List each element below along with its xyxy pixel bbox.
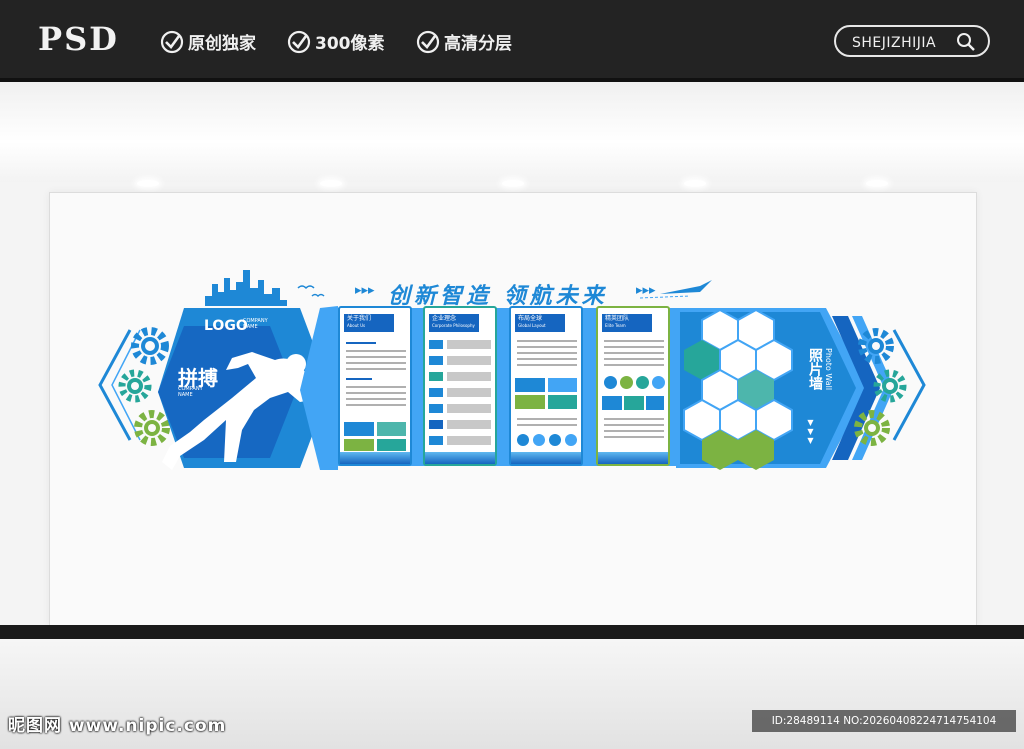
text-line <box>346 362 406 364</box>
slogan-arrows: ▸▸▸ <box>355 283 375 298</box>
photo-block <box>515 378 545 392</box>
text-line <box>517 424 577 426</box>
text-line <box>517 346 577 348</box>
text-block <box>447 388 491 397</box>
avatar <box>652 376 665 389</box>
board-global-layout: 布局全球 Global Layout <box>509 306 583 466</box>
text-line <box>604 430 664 432</box>
board-subtitle: About Us <box>347 323 366 328</box>
board-subtitle: Elite Team <box>605 323 626 328</box>
board-title: 布局全球 <box>518 315 543 322</box>
text-line <box>604 340 664 342</box>
photo-wall-arrows: ▼▼▼ <box>806 418 815 445</box>
text-line <box>604 352 664 354</box>
circle-dot <box>517 434 529 446</box>
photo-block <box>344 422 374 436</box>
board-title: 企业理念 <box>432 315 457 322</box>
board-header: 关于我们 About Us <box>344 314 394 332</box>
board-wave <box>598 452 668 464</box>
text-line <box>517 352 577 354</box>
photo-block <box>624 396 644 410</box>
text-line <box>604 418 664 420</box>
photo-block <box>602 396 622 410</box>
text-line <box>604 436 664 438</box>
board-title: 精英团队 <box>605 315 630 322</box>
circle-dot <box>565 434 577 446</box>
id-watermark: ID:28489114 NO:20260408224714754104 <box>752 710 1016 732</box>
text-line <box>346 392 406 394</box>
avatar <box>636 376 649 389</box>
slogan-arrows: ▸▸▸ <box>636 283 656 298</box>
text-line <box>604 358 664 360</box>
board-wave <box>340 452 410 464</box>
icon-block <box>429 372 443 381</box>
text-block <box>447 420 491 429</box>
photo-block <box>515 395 545 409</box>
photo-wall-title: 照片墙 <box>807 348 823 390</box>
board-philosophy: 企业理念 Corporate Philosophy <box>423 306 497 466</box>
gear-icon <box>118 369 152 403</box>
text-line <box>346 350 406 352</box>
icon-block <box>429 436 443 445</box>
text-line <box>346 404 406 406</box>
company-logo: LOGO <box>204 318 248 334</box>
text-line <box>517 340 577 342</box>
board-wave <box>511 452 581 464</box>
photo-block <box>646 396 664 410</box>
photo-block <box>344 439 374 451</box>
text-line <box>346 368 406 370</box>
company-name: COMPANY NAME <box>178 386 203 398</box>
photo-block <box>548 395 577 409</box>
board-header: 布局全球 Global Layout <box>515 314 565 332</box>
text-block <box>447 404 491 413</box>
icon-block <box>429 388 443 397</box>
text-line <box>346 386 406 388</box>
text-line <box>346 378 372 380</box>
icon-block <box>429 404 443 413</box>
text-block <box>447 340 491 349</box>
text-block <box>447 356 491 365</box>
board-header: 精英团队 Elite Team <box>602 314 652 332</box>
site-watermark: 昵图网 www.nipic.com <box>8 716 227 736</box>
board-about-us: 关于我们 About Us <box>338 306 412 466</box>
icon-block <box>429 420 443 429</box>
text-line <box>517 364 577 366</box>
text-line <box>517 418 577 420</box>
text-line <box>346 356 406 358</box>
gear-icon <box>134 410 170 446</box>
board-title: 关于我们 <box>347 315 372 322</box>
board-header: 企业理念 Corporate Philosophy <box>429 314 479 332</box>
avatar <box>604 376 617 389</box>
photo-block <box>548 378 577 392</box>
circle-dot <box>549 434 561 446</box>
text-line <box>604 364 664 366</box>
board-subtitle: Global Layout <box>518 323 546 328</box>
board-wave <box>425 452 495 464</box>
icon-block <box>429 356 443 365</box>
text-block <box>447 436 491 445</box>
text-block <box>447 372 491 381</box>
text-line <box>346 398 406 400</box>
photo-block <box>377 422 406 436</box>
text-line <box>604 424 664 426</box>
text-line <box>604 346 664 348</box>
avatar <box>620 376 633 389</box>
company-name: COMPANY NAME <box>243 318 268 330</box>
circle-dot <box>533 434 545 446</box>
text-line <box>517 358 577 360</box>
board-elite-team: 精英团队 Elite Team <box>596 306 670 466</box>
photo-wall-subtitle: Photo Wall <box>824 348 833 391</box>
photo-block <box>377 439 406 451</box>
icon-block <box>429 340 443 349</box>
board-subtitle: Corporate Philosophy <box>432 323 475 328</box>
gear-icon <box>131 327 169 365</box>
text-line <box>346 342 376 344</box>
